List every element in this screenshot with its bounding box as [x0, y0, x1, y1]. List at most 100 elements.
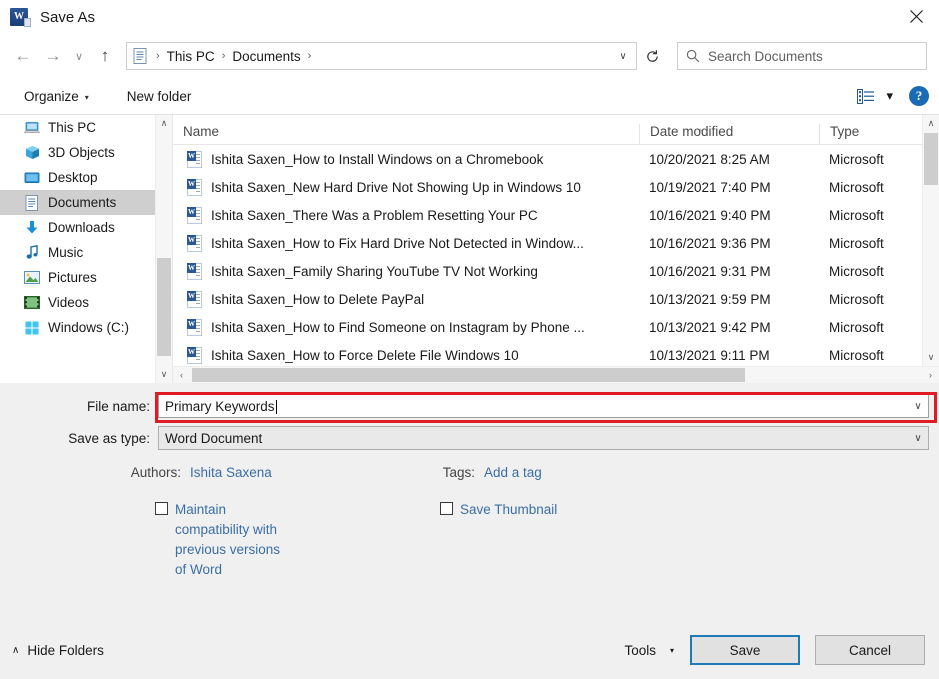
pictures-icon — [24, 270, 40, 286]
authors-value[interactable]: Ishita Saxena — [190, 465, 272, 480]
file-scroll-up-icon[interactable]: ∧ — [923, 115, 939, 132]
search-icon — [678, 49, 708, 63]
address-chevron-down-icon[interactable]: ∨ — [610, 51, 636, 62]
sidebar-item-downloads[interactable]: Downloads — [0, 215, 172, 240]
file-hscroll-right-icon[interactable]: › — [922, 370, 939, 380]
file-date-cell: 10/13/2021 9:42 PM — [649, 319, 771, 335]
sidebar-item-pictures[interactable]: Pictures — [0, 265, 172, 290]
tools-button[interactable]: Tools ▾ — [624, 643, 674, 658]
table-row[interactable]: Ishita Saxen_How to Fix Hard Drive Not D… — [173, 229, 939, 257]
column-header-type[interactable]: Type — [819, 124, 909, 144]
refresh-icon[interactable] — [637, 42, 667, 70]
save-as-type-select[interactable]: Word Document ∨ — [158, 426, 929, 450]
back-button[interactable]: ← — [8, 41, 38, 71]
file-rows: Ishita Saxen_How to Install Windows on a… — [173, 145, 939, 369]
file-scroll-thumb[interactable] — [924, 133, 938, 185]
file-list-vertical-scrollbar[interactable]: ∧ ∨ — [922, 115, 939, 366]
breadcrumb-this-pc[interactable]: This PC — [163, 49, 219, 64]
table-row[interactable]: Ishita Saxen_How to Force Delete File Wi… — [173, 341, 939, 369]
breadcrumb-documents[interactable]: Documents — [228, 49, 304, 64]
sidebar-scroll-up-icon[interactable]: ∧ — [156, 115, 172, 132]
tags-label: Tags: — [442, 465, 475, 480]
maintain-compatibility-group[interactable]: Maintain compatibility with previous ver… — [0, 500, 440, 580]
search-box[interactable]: Search Documents — [677, 42, 927, 70]
file-name-label: Ishita Saxen_How to Delete PayPal — [211, 291, 425, 307]
file-name-label: Ishita Saxen_How to Force Delete File Wi… — [211, 347, 519, 363]
file-list-horizontal-scrollbar[interactable]: ‹ › — [173, 366, 939, 383]
forward-button[interactable]: → — [38, 41, 68, 71]
save-button[interactable]: Save — [690, 635, 800, 665]
sidebar-scrollbar[interactable]: ∧ ∨ — [155, 115, 172, 383]
file-date-cell: 10/13/2021 9:11 PM — [649, 347, 770, 363]
metadata-row: Authors: Ishita Saxena Tags: Add a tag — [0, 465, 939, 480]
word-app-icon: W — [10, 8, 31, 27]
navigation-pane: This PC 3D Objects Desktop Documents Dow… — [0, 115, 172, 383]
pc-icon — [23, 120, 41, 136]
file-name-chevron-down-icon[interactable]: ∨ — [908, 401, 928, 412]
browser-area: This PC 3D Objects Desktop Documents Dow… — [0, 114, 939, 383]
file-type-cell: Microsoft — [829, 207, 884, 223]
word-document-icon — [187, 150, 202, 168]
file-scroll-down-icon[interactable]: ∨ — [923, 349, 939, 366]
sidebar-item-documents[interactable]: Documents — [0, 190, 172, 215]
sidebar-scroll-down-icon[interactable]: ∨ — [156, 366, 172, 383]
file-name-label: Ishita Saxen_There Was a Problem Resetti… — [211, 207, 538, 223]
table-row[interactable]: Ishita Saxen_New Hard Drive Not Showing … — [173, 173, 939, 201]
breadcrumb-separator-2[interactable]: › — [305, 50, 315, 62]
help-button[interactable]: ? — [909, 86, 929, 106]
title-bar: W Save As — [0, 0, 939, 34]
tools-label: Tools — [624, 642, 656, 658]
hide-folders-button[interactable]: ∧ Hide Folders — [12, 643, 104, 658]
file-name-value[interactable]: Primary Keywords — [159, 399, 908, 414]
file-hscroll-left-icon[interactable]: ‹ — [173, 370, 190, 380]
table-row[interactable]: Ishita Saxen_How to Delete PayPal 10/13/… — [173, 285, 939, 313]
view-list-icon — [857, 88, 875, 104]
file-name-input[interactable]: Primary Keywords ∨ — [158, 394, 929, 418]
sidebar-item-music[interactable]: Music — [0, 240, 172, 265]
command-bar: Organize ▾ New folder ▾ ? — [0, 78, 939, 114]
save-as-type-chevron-down-icon[interactable]: ∨ — [908, 433, 928, 444]
new-folder-button[interactable]: New folder — [119, 85, 200, 108]
file-hscroll-track[interactable] — [190, 367, 922, 383]
add-a-tag-link[interactable]: Add a tag — [484, 465, 542, 480]
documents-folder-icon — [127, 48, 153, 64]
file-date-cell: 10/16/2021 9:31 PM — [649, 263, 771, 279]
view-chevron-down-icon[interactable]: ▾ — [886, 88, 893, 104]
desktop-icon — [24, 170, 40, 186]
file-type-cell: Microsoft — [829, 235, 884, 251]
tools-chevron-down-icon: ▾ — [669, 645, 674, 655]
up-button[interactable]: ↑ — [90, 41, 120, 71]
form-area: File name: Primary Keywords ∨ Save as ty… — [0, 383, 939, 621]
sidebar-scroll-thumb[interactable] — [157, 258, 171, 356]
video-icon — [24, 295, 40, 311]
view-layout-button[interactable]: ▾ — [853, 86, 897, 106]
maintain-compatibility-checkbox[interactable] — [155, 502, 168, 515]
save-thumbnail-checkbox[interactable] — [440, 502, 453, 515]
address-bar[interactable]: › This PC › Documents › ∨ — [126, 42, 637, 70]
chevron-down-icon: ▾ — [84, 92, 89, 102]
sidebar-item-this-pc[interactable]: This PC — [0, 115, 172, 140]
sidebar-item-windows-c[interactable]: Windows (C:) — [0, 315, 172, 340]
table-row[interactable]: Ishita Saxen_How to Install Windows on a… — [173, 145, 939, 173]
cancel-button[interactable]: Cancel — [815, 635, 925, 665]
table-row[interactable]: Ishita Saxen_Family Sharing YouTube TV N… — [173, 257, 939, 285]
file-name-text: Primary Keywords — [165, 398, 275, 414]
dialog-footer: ∧ Hide Folders Tools ▾ Save Cancel — [0, 621, 939, 679]
sidebar-item-videos[interactable]: Videos — [0, 290, 172, 315]
column-header-date-modified[interactable]: ⌄ Date modified — [639, 123, 819, 144]
search-input[interactable]: Search Documents — [708, 49, 823, 64]
recent-locations-button[interactable]: ∨ — [68, 41, 90, 71]
table-row[interactable]: Ishita Saxen_There Was a Problem Resetti… — [173, 201, 939, 229]
column-header-type-label: Type — [830, 124, 860, 139]
file-hscroll-thumb[interactable] — [192, 368, 745, 382]
file-type-cell: Microsoft — [829, 151, 884, 167]
sidebar-item-label: Windows (C:) — [48, 320, 130, 335]
table-row[interactable]: Ishita Saxen_How to Find Someone on Inst… — [173, 313, 939, 341]
organize-button[interactable]: Organize ▾ — [16, 85, 97, 108]
sidebar-item-3d-objects[interactable]: 3D Objects — [0, 140, 172, 165]
sidebar-item-desktop[interactable]: Desktop — [0, 165, 172, 190]
save-thumbnail-group[interactable]: Save Thumbnail — [440, 500, 939, 580]
save-as-type-value: Word Document — [165, 430, 263, 446]
close-icon[interactable] — [893, 0, 939, 32]
column-header-name[interactable]: Name — [173, 124, 639, 144]
